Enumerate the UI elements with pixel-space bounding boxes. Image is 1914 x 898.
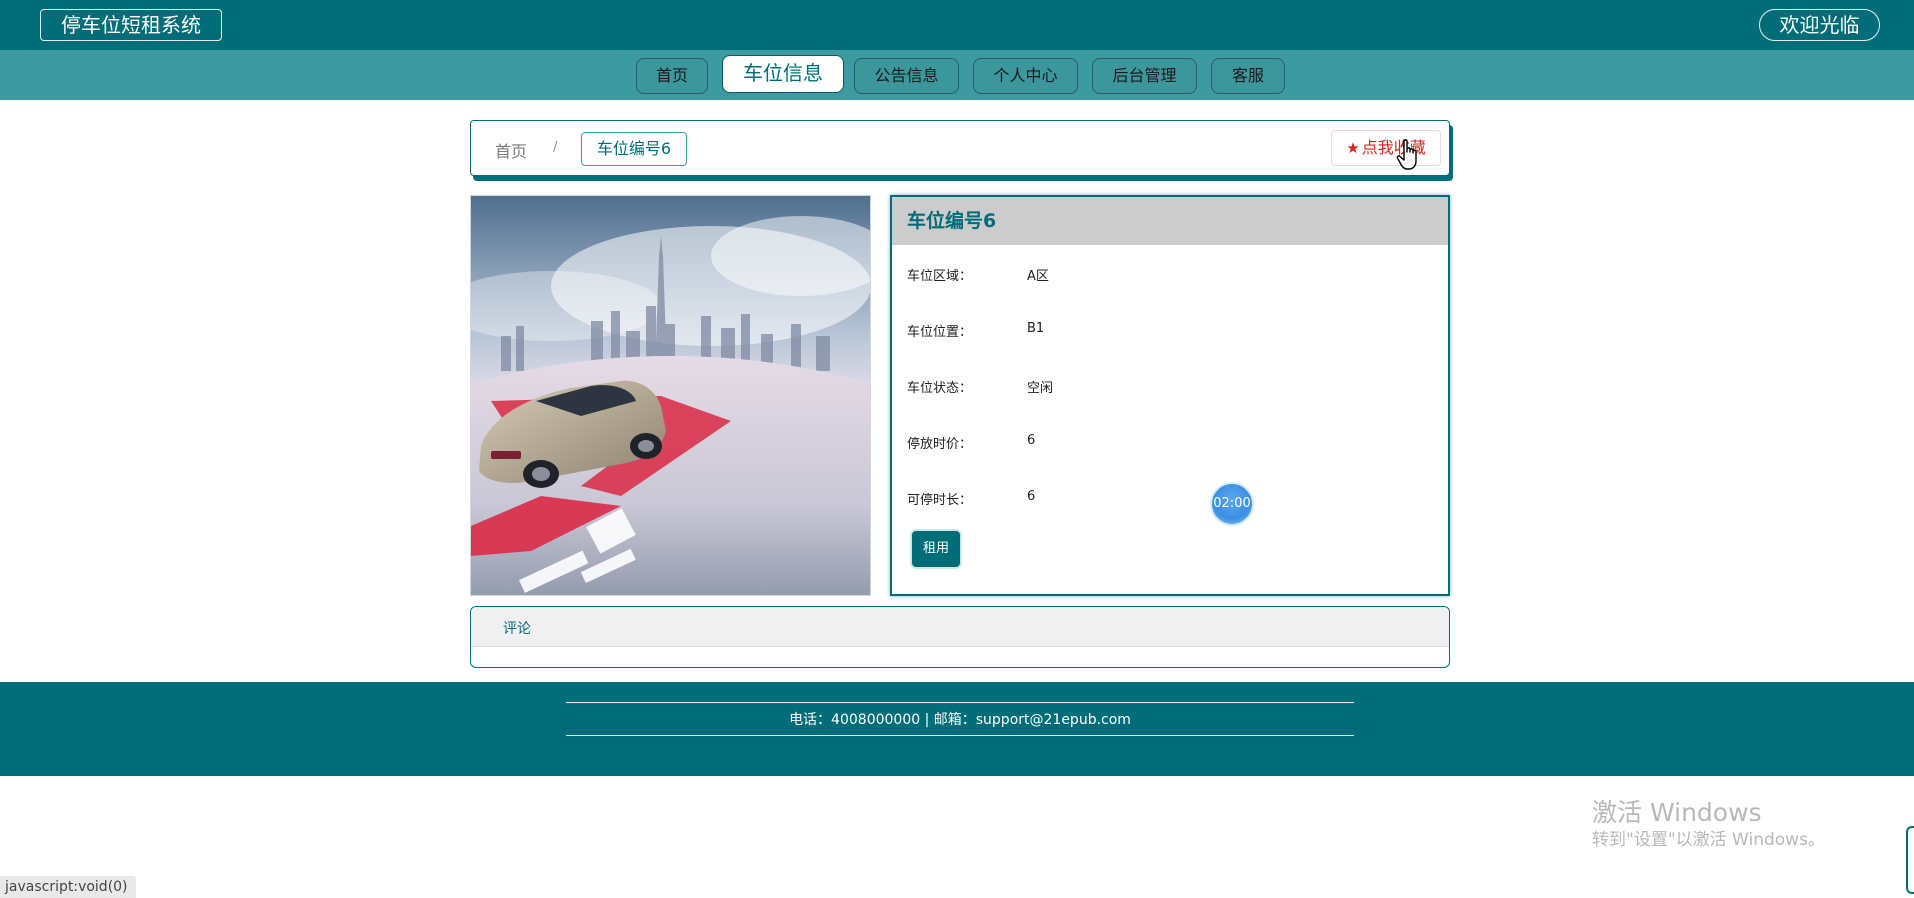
breadcrumb-current: 车位编号6 xyxy=(581,132,687,166)
breadcrumb: 首页 / 车位编号6 ★ 点我收藏 xyxy=(470,120,1450,176)
detail-label: 可停时长： xyxy=(907,493,973,508)
nav-item-announcements[interactable]: 公告信息 xyxy=(854,58,959,94)
top-bar: 停车位短租系统 欢迎光临 xyxy=(0,0,1914,50)
page: 停车位短租系统 欢迎光临 首页 车位信息 公告信息 个人中心 后台管理 客服 首… xyxy=(0,0,1914,898)
status-bar: javascript:void(0) xyxy=(0,876,136,898)
detail-value: 空闲 xyxy=(1027,381,1054,396)
nav-item-personal-center[interactable]: 个人中心 xyxy=(973,58,1078,94)
watermark-title: 激活 Windows xyxy=(1592,798,1762,827)
rent-button[interactable]: 租用 xyxy=(912,531,960,567)
welcome-badge[interactable]: 欢迎光临 xyxy=(1759,9,1880,41)
tab-comments[interactable]: 评论 xyxy=(503,618,531,638)
watermark-subtitle: 转到"设置"以激活 Windows。 xyxy=(1592,830,1825,850)
star-icon: ★ xyxy=(1346,139,1360,157)
main-nav: 首页 车位信息 公告信息 个人中心 后台管理 客服 xyxy=(0,50,1914,100)
detail-label: 车位位置： xyxy=(907,325,973,340)
footer-divider xyxy=(566,702,1354,703)
detail-label: 车位状态： xyxy=(907,381,973,396)
timer-badge[interactable]: 02:00 xyxy=(1210,482,1254,526)
comments-header: 评论 xyxy=(471,607,1449,647)
comments-panel: 评论 xyxy=(470,606,1450,668)
favorite-button[interactable]: ★ 点我收藏 xyxy=(1331,130,1441,166)
breadcrumb-home[interactable]: 首页 xyxy=(495,138,527,162)
nav-item-home[interactable]: 首页 xyxy=(636,58,708,94)
site-title[interactable]: 停车位短租系统 xyxy=(40,9,222,41)
detail-label: 停放时价： xyxy=(907,437,973,452)
detail-value: 6 xyxy=(1027,489,1036,504)
detail-value: 6 xyxy=(1027,433,1036,448)
nav-item-parking-info[interactable]: 车位信息 xyxy=(722,55,844,93)
footer: 电话：4008000000 | 邮箱：support@21epub.com xyxy=(0,682,1914,776)
breadcrumb-separator: / xyxy=(553,140,558,155)
detail-title: 车位编号6 xyxy=(892,197,1448,245)
nav-item-admin[interactable]: 后台管理 xyxy=(1092,58,1197,94)
footer-divider xyxy=(566,735,1354,736)
detail-value: B1 xyxy=(1027,321,1045,336)
footer-contact: 电话：4008000000 | 邮箱：support@21epub.com xyxy=(789,712,1131,728)
parking-detail-panel: 车位编号6 车位区域： A区 车位位置： B1 车位状态： 空闲 停放时价： 6… xyxy=(890,195,1450,596)
side-edge-tab[interactable] xyxy=(1906,826,1914,894)
detail-value: A区 xyxy=(1027,269,1049,284)
parking-space-photo xyxy=(470,195,871,596)
hand-cursor-icon xyxy=(1396,139,1417,170)
nav-item-customer-service[interactable]: 客服 xyxy=(1211,58,1285,94)
detail-label: 车位区域： xyxy=(907,269,973,284)
windows-activation-watermark: 激活 Windows 转到"设置"以激活 Windows。 xyxy=(1592,797,1825,851)
